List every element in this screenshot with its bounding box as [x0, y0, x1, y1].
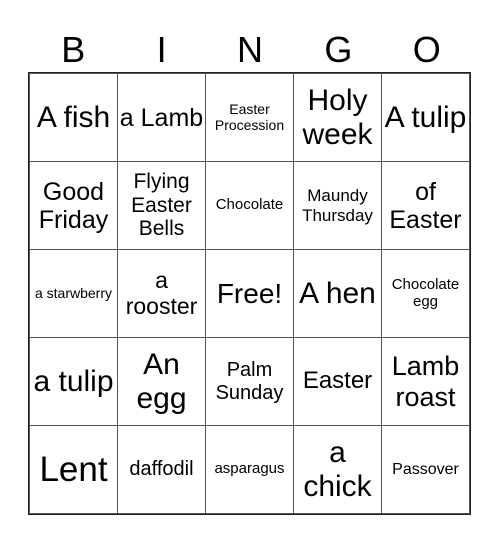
bingo-cell[interactable]: Palm Sunday — [205, 337, 294, 426]
bingo-cell[interactable]: A hen — [293, 249, 382, 338]
bingo-cell[interactable]: daffodil — [117, 425, 206, 514]
bingo-cell[interactable]: Flying Easter Bells — [117, 161, 206, 250]
bingo-cell[interactable]: a tulip — [29, 337, 118, 426]
bingo-grid: A fish a Lamb Easter Procession Holy week A … — [28, 72, 471, 515]
bingo-cell[interactable]: Good Friday — [29, 161, 118, 250]
free-space-cell[interactable]: Free! — [205, 249, 294, 338]
bingo-row: Good Friday Flying Easter Bells Chocolate M… — [29, 161, 470, 250]
bingo-cell[interactable]: a rooster — [117, 249, 206, 338]
bingo-row: a starwberry a rooster Free! A hen Chocolate… — [29, 249, 470, 338]
header-letter-b: B — [61, 29, 86, 70]
bingo-cell[interactable]: a Lamb — [117, 73, 206, 162]
bingo-cell[interactable]: Holy week — [293, 73, 382, 162]
header-letter-i: I — [156, 29, 167, 70]
bingo-cell[interactable]: Lamb roast — [381, 337, 470, 426]
bingo-cell[interactable]: A tulip — [381, 73, 470, 162]
bingo-cell[interactable]: Easter — [293, 337, 382, 426]
bingo-cell[interactable]: Maundy Thursday — [293, 161, 382, 250]
bingo-cell[interactable]: of Easter — [381, 161, 470, 250]
bingo-row: Lent daffodil asparagus a chick Passover — [29, 425, 470, 514]
bingo-cell[interactable]: a chick — [293, 425, 382, 514]
bingo-cell[interactable]: Passover — [381, 425, 470, 514]
bingo-cell[interactable]: Chocolate — [205, 161, 294, 250]
bingo-row: a tulip An egg Palm Sunday Easter Lamb roast — [29, 337, 470, 426]
bingo-row: A fish a Lamb Easter Procession Holy week A … — [29, 73, 470, 162]
bingo-header: B I N G O — [29, 28, 471, 72]
bingo-cell[interactable]: a starwberry — [29, 249, 118, 338]
bingo-cell[interactable]: Easter Procession — [205, 73, 294, 162]
header-letter-n: N — [236, 29, 263, 70]
bingo-cell[interactable]: A fish — [29, 73, 118, 162]
header-letter-o: O — [412, 29, 441, 70]
bingo-cell[interactable]: Lent — [29, 425, 118, 514]
header-letter-g: G — [324, 29, 353, 70]
bingo-cell[interactable]: Chocolate egg — [381, 249, 470, 338]
bingo-cell[interactable]: asparagus — [205, 425, 294, 514]
bingo-cell[interactable]: An egg — [117, 337, 206, 426]
